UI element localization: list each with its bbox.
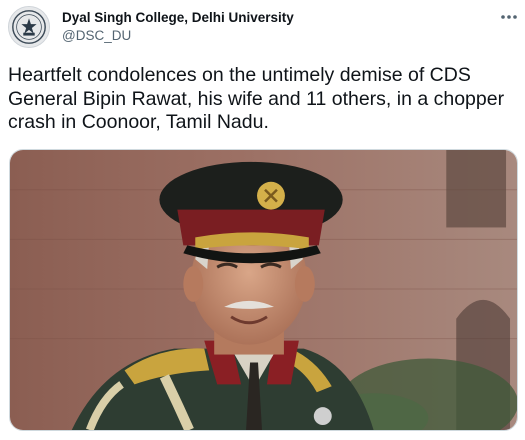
- college-crest-icon: [9, 7, 49, 47]
- author-handle[interactable]: @DSC_DU: [62, 28, 131, 43]
- more-options-icon: [501, 15, 517, 19]
- photo-of-general-in-uniform: [10, 150, 517, 430]
- more-options-button[interactable]: [496, 6, 522, 28]
- author-name[interactable]: Dyal Singh College, Delhi University: [62, 10, 294, 25]
- tweet-text: Heartfelt condolences on the untimely de…: [8, 64, 505, 133]
- avatar[interactable]: [8, 6, 50, 48]
- tweet-media[interactable]: [9, 149, 518, 431]
- tweet-card: Dyal Singh College, Delhi University @DS…: [0, 0, 525, 440]
